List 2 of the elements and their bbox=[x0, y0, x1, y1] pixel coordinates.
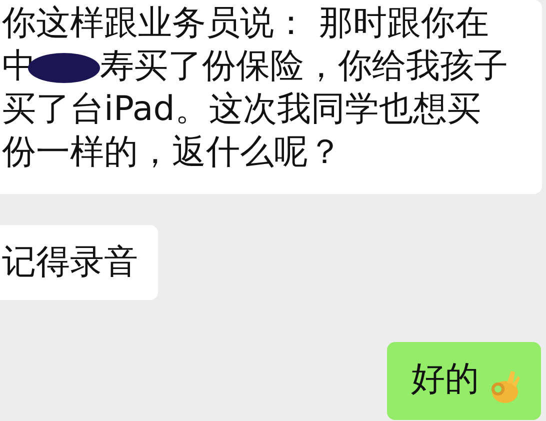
message-text: 记得录音 bbox=[2, 242, 138, 282]
message-text: 好的 bbox=[411, 359, 479, 399]
